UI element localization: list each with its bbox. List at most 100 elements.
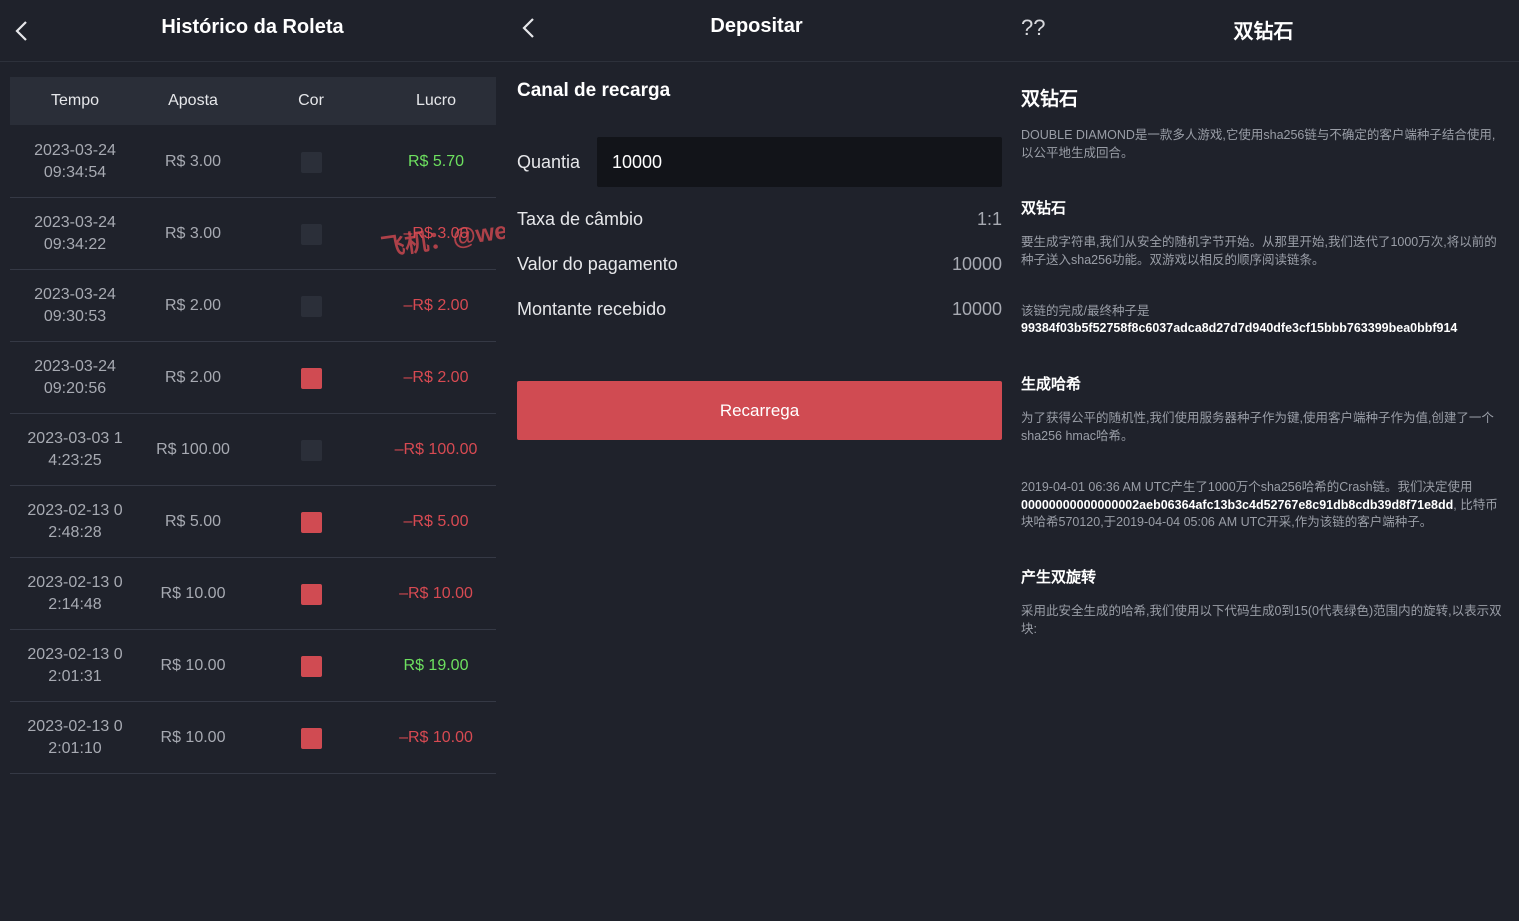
color-cell	[246, 270, 376, 342]
table-row: 2023-03-24 09:20:56 R$ 2.00 –R$ 2.00	[10, 342, 496, 414]
final-seed-note: 该链的完成/最终种子是	[1021, 304, 1150, 318]
table-row: 2023-02-13 0 2:01:10 R$ 10.00 –R$ 10.00	[10, 702, 496, 774]
time-cell: 2023-03-24 09:20:56	[10, 342, 140, 414]
table-row: 2023-02-13 0 2:14:48 R$ 10.00 –R$ 10.00	[10, 558, 496, 630]
time-cell: 2023-03-24 09:34:22	[10, 198, 140, 270]
section-title-double-diamond: 双钻石	[1021, 200, 1067, 217]
table-row: 2023-03-24 09:34:54 R$ 3.00 R$ 5.70	[10, 126, 496, 198]
exchange-rate-value: 1:1	[976, 209, 1002, 229]
table-row: 2023-02-13 0 2:01:31 R$ 10.00 R$ 19.00	[10, 630, 496, 702]
color-cell	[246, 486, 376, 558]
time-cell: 2023-03-24 09:34:54	[10, 126, 140, 198]
section-text-spin: 采用此安全生成的哈希,我们使用以下代码生成0到15(0代表绿色)范围内的旋转,以…	[1021, 604, 1502, 636]
profit-cell: –R$ 2.00	[403, 297, 469, 314]
received-label: Montante recebido	[517, 299, 667, 319]
time-cell: 2023-03-03 1 4:23:25	[10, 414, 140, 486]
profit-cell: –R$ 10.00	[399, 729, 473, 746]
deposit-screen: Depositar Canal de recarga Quantia 10000…	[505, 0, 1008, 921]
bet-cell: R$ 5.00	[164, 513, 222, 530]
date-text: 2023-02-13 0	[27, 718, 123, 735]
table-row: 2023-03-24 09:30:53 R$ 2.00 –R$ 2.00	[10, 270, 496, 342]
bet-cell: R$ 2.00	[164, 297, 222, 314]
column-header-time: Tempo	[50, 92, 100, 109]
time-cell: 2023-03-24 09:30:53	[10, 270, 140, 342]
profit-cell: R$ 5.70	[407, 153, 465, 170]
bet-cell: R$ 2.00	[164, 369, 222, 386]
bet-cell: R$ 10.00	[160, 657, 226, 674]
section-text-crash-chain: 2019-04-01 06:36 AM UTC产生了1000万个sha256哈希…	[1021, 479, 1506, 532]
section-title: Canal de recarga	[517, 80, 671, 101]
color-cell	[246, 198, 376, 270]
recharge-button[interactable]: Recarrega	[517, 381, 1002, 440]
header: Histórico da Roleta	[0, 0, 505, 62]
payment-label: Valor do pagamento	[517, 254, 678, 274]
bet-cell: R$ 10.00	[160, 729, 226, 746]
quantity-label: Quantia	[517, 152, 581, 172]
date-text: 2023-03-24	[34, 286, 116, 303]
date-text: 2023-03-24	[34, 358, 116, 375]
table-header: Tempo Aposta Cor Lucro	[10, 77, 496, 125]
bet-cell: R$ 100.00	[156, 441, 230, 458]
color-cell	[246, 702, 376, 774]
time-text: 09:30:53	[43, 308, 107, 325]
color-swatch	[300, 655, 322, 677]
date-text: 2023-03-24	[34, 214, 116, 231]
time-cell: 2023-02-13 0 2:01:31	[10, 630, 140, 702]
column-header-profit: Lucro	[415, 92, 457, 109]
time-text: 2:01:10	[48, 740, 102, 757]
final-seed-hash: 99384f03b5f52758f8c6037adca8d27d7d940dfe…	[1021, 321, 1458, 335]
color-cell	[246, 414, 376, 486]
header: ?? 双钻石	[1008, 0, 1519, 62]
date-text: 2023-02-13 0	[27, 574, 123, 591]
color-cell	[246, 630, 376, 702]
received-value: 10000	[951, 299, 1002, 319]
exchange-rate-label: Taxa de câmbio	[517, 209, 644, 229]
section-text-generation: 要生成字符串,我们从安全的随机字节开始。从那里开始,我们迭代了1000万次,将以…	[1021, 235, 1497, 267]
table-row: 2023-02-13 0 2:48:28 R$ 5.00 –R$ 5.00	[10, 486, 496, 558]
roulette-history-screen: Histórico da Roleta Tempo Aposta Cor Luc…	[0, 0, 553, 921]
bet-cell: R$ 3.00	[164, 225, 222, 242]
color-swatch	[300, 727, 322, 749]
time-text: 09:34:54	[43, 164, 107, 181]
time-text: 4:23:25	[48, 452, 102, 469]
date-text: 2023-03-24	[34, 142, 116, 159]
date-text: 2023-02-13 0	[27, 502, 123, 519]
color-cell	[246, 342, 376, 414]
time-text: 2:01:31	[48, 668, 102, 685]
profit-cell: R$ 19.00	[403, 657, 469, 674]
page-title: 双钻石	[1233, 21, 1294, 43]
section-text-hmac: 为了获得公平的随机性,我们使用服务器种子作为键,使用客户端种子作为值,创建了一个…	[1021, 411, 1494, 443]
time-cell: 2023-02-13 0 2:01:10	[10, 702, 140, 774]
time-text: 2:48:28	[48, 524, 102, 541]
quantity-input[interactable]: 10000	[597, 137, 1002, 187]
color-cell	[246, 558, 376, 630]
section-title-spin: 产生双旋转	[1021, 569, 1097, 586]
crash-chain-text-pre: 2019-04-01 06:36 AM UTC产生了1000万个sha256哈希…	[1021, 480, 1473, 494]
page-title: Histórico da Roleta	[161, 16, 344, 38]
bet-cell: R$ 10.00	[160, 585, 226, 602]
profit-cell: –R$ 2.00	[403, 369, 469, 386]
color-swatch	[300, 367, 322, 389]
header: Depositar	[505, 0, 1008, 62]
page-title: Depositar	[710, 15, 803, 37]
color-swatch	[300, 295, 322, 317]
table-row: 2023-03-03 1 4:23:25 R$ 100.00 –R$ 100.00	[10, 414, 496, 486]
section-title-hash: 生成哈希	[1021, 376, 1082, 393]
time-text: 2:14:48	[48, 596, 102, 613]
color-swatch	[300, 583, 322, 605]
column-header-bet: Aposta	[168, 92, 218, 109]
color-swatch	[300, 151, 322, 173]
info-heading: 双钻石	[1021, 89, 1079, 110]
color-swatch	[300, 439, 322, 461]
profit-cell: –R$ 100.00	[394, 441, 478, 458]
time-cell: 2023-02-13 0 2:14:48	[10, 558, 140, 630]
column-header-color: Cor	[298, 92, 324, 109]
profit-cell: –R$ 10.00	[399, 585, 473, 602]
time-text: 09:34:22	[43, 236, 107, 253]
time-text: 09:20:56	[43, 380, 107, 397]
payment-value: 10000	[951, 254, 1002, 274]
bet-cell: R$ 3.00	[164, 153, 222, 170]
client-seed-hash: 00000000000000002aeb06364afc13b3c4d52767…	[1021, 497, 1454, 512]
color-cell	[246, 126, 376, 198]
date-text: 2023-03-03 1	[27, 430, 123, 447]
